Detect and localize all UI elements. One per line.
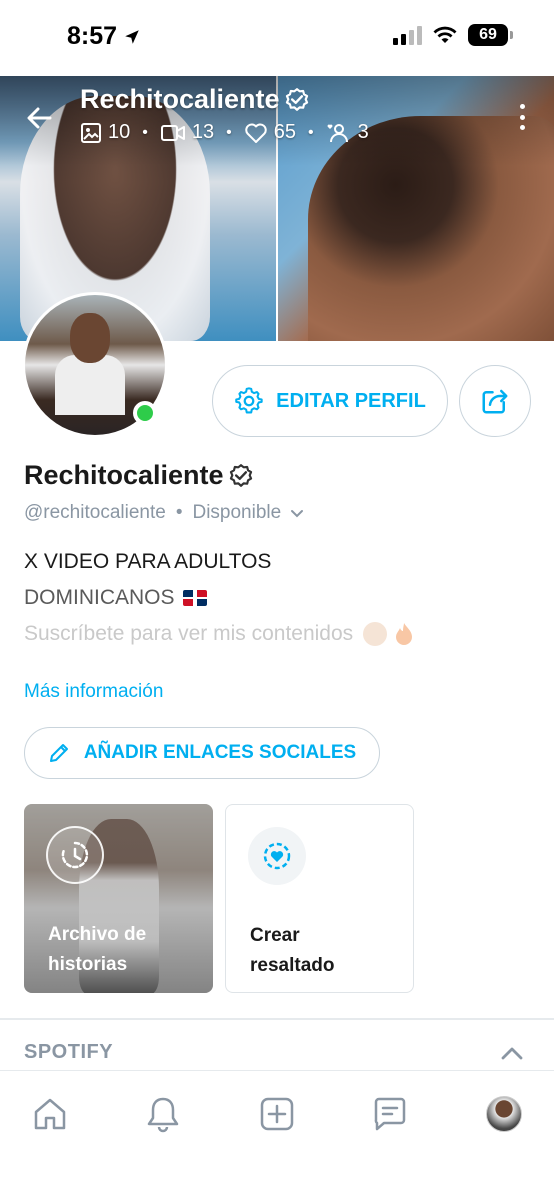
chevron-down-icon xyxy=(291,510,304,518)
edit-profile-label: EDITAR PERFIL xyxy=(276,389,426,412)
videos-count: 13 xyxy=(191,121,215,143)
more-options-button[interactable] xyxy=(514,104,530,130)
location-arrow-icon xyxy=(125,29,139,44)
status-time: 8:57 xyxy=(67,22,141,51)
online-status-dot xyxy=(133,401,157,425)
spotify-section-title: SPOTIFY xyxy=(24,1041,114,1063)
handle-separator: • xyxy=(175,502,183,523)
likes-stat[interactable]: 65 xyxy=(244,121,296,144)
add-social-links-label: AÑADIR ENLACES SOCIALES xyxy=(83,742,357,763)
back-arrow-icon xyxy=(27,107,52,129)
section-divider xyxy=(0,1018,554,1020)
stat-separator: • xyxy=(307,123,314,141)
tab-notifications[interactable] xyxy=(142,1093,184,1135)
header-title: Rechitocaliente xyxy=(80,84,310,115)
fans-stat[interactable]: 3 xyxy=(326,121,369,144)
tab-profile-avatar[interactable] xyxy=(486,1096,522,1132)
profile-handle: @rechitocaliente xyxy=(24,502,166,523)
status-time-text: 8:57 xyxy=(67,22,118,50)
story-archive-card[interactable]: Archivo de historias xyxy=(24,804,213,993)
photos-stat[interactable]: 10 xyxy=(80,121,130,144)
add-social-links-button[interactable]: AÑADIR ENLACES SOCIALES xyxy=(24,727,380,779)
dominican-flag-icon xyxy=(182,590,207,606)
handle-row: @rechitocaliente • Disponible xyxy=(24,502,305,524)
fans-count: 3 xyxy=(357,121,369,143)
battery-indicator: 69 xyxy=(468,24,513,46)
tab-messages[interactable] xyxy=(369,1093,411,1135)
header-title-text: Rechitocaliente xyxy=(80,84,280,114)
create-highlight-label-line2: resaltado xyxy=(250,955,335,976)
profile-name: Rechitocaliente xyxy=(24,460,254,491)
stat-separator: • xyxy=(226,123,232,141)
bio-line-3-text: Suscríbete para ver mis contenidos xyxy=(24,622,354,645)
share-profile-button[interactable] xyxy=(459,365,531,437)
bio-line-3: Suscríbete para ver mis contenidos xyxy=(24,622,415,646)
share-icon xyxy=(482,389,508,414)
create-highlight-label: Crear resaltado xyxy=(250,921,334,981)
story-archive-label-line1: Archivo de xyxy=(48,924,147,945)
edit-profile-button[interactable]: EDITAR PERFIL xyxy=(212,365,448,437)
story-archive-label: Archivo de historias xyxy=(48,920,146,980)
verified-badge-icon xyxy=(285,87,308,111)
availability-status: Disponible xyxy=(192,502,282,523)
more-info-link[interactable]: Más información xyxy=(24,681,163,703)
user-heart-icon xyxy=(327,123,348,142)
header-stats: 10 • 13 • 65 • 3 xyxy=(80,121,369,144)
message-icon xyxy=(374,1097,406,1131)
create-highlight-card[interactable]: Crear resaltado xyxy=(225,804,414,993)
status-indicators: 69 xyxy=(393,24,513,46)
cellular-signal-icon xyxy=(393,25,422,45)
tab-create[interactable] xyxy=(256,1093,298,1135)
bio-fade xyxy=(0,652,554,674)
fire-emoji-icon xyxy=(396,623,413,645)
home-icon xyxy=(34,1098,66,1130)
profile-name-text: Rechitocaliente xyxy=(24,460,224,490)
likes-count: 65 xyxy=(273,121,296,143)
bio-line-1: X VIDEO PARA ADULTOS xyxy=(24,550,272,573)
tab-home[interactable] xyxy=(29,1093,71,1135)
chevron-up-icon xyxy=(501,1047,523,1060)
status-bar: 8:57 69 xyxy=(0,0,554,76)
bottom-tab-bar xyxy=(0,1070,554,1200)
plus-square-icon xyxy=(260,1097,294,1131)
videos-stat[interactable]: 13 xyxy=(160,121,214,144)
stat-separator: • xyxy=(142,123,148,141)
gear-icon xyxy=(235,387,263,414)
bio-line-2: DOMINICANOS xyxy=(24,586,207,610)
bio-line-2-text: DOMINICANOS xyxy=(24,586,175,609)
history-icon xyxy=(46,826,104,884)
pencil-icon xyxy=(49,744,68,762)
spotify-collapse-button[interactable] xyxy=(498,1040,526,1068)
create-highlight-label-line1: Crear xyxy=(250,925,300,946)
verified-badge-icon xyxy=(229,463,252,487)
availability-dropdown[interactable]: Disponible xyxy=(192,502,305,524)
wifi-icon xyxy=(433,26,457,43)
bell-icon xyxy=(147,1097,179,1133)
video-icon xyxy=(160,124,185,141)
heart-circle-icon xyxy=(248,827,306,885)
heart-icon xyxy=(244,123,267,143)
story-archive-label-line2: historias xyxy=(48,954,128,975)
monkey-emoji-icon xyxy=(363,622,388,646)
back-button[interactable] xyxy=(24,102,56,134)
photos-count: 10 xyxy=(108,121,131,143)
image-icon xyxy=(81,122,101,143)
